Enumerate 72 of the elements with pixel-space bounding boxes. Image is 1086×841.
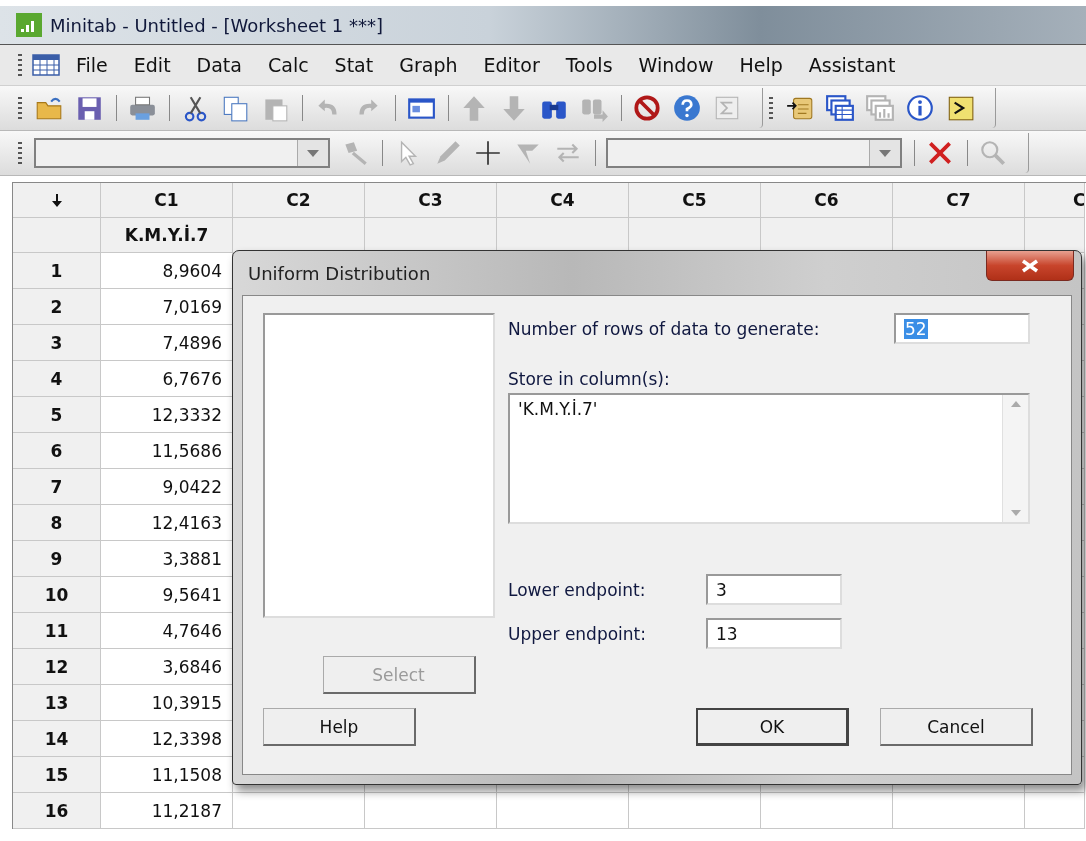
dropdown-arrow-icon bbox=[307, 149, 319, 157]
input-field[interactable]: 3 bbox=[706, 574, 842, 605]
menu-item[interactable]: Graph bbox=[399, 50, 458, 80]
column-header[interactable]: C2 bbox=[233, 183, 365, 218]
dialog-button[interactable]: OK bbox=[696, 708, 849, 746]
input-field[interactable]: 13 bbox=[706, 618, 842, 649]
row-number: 5 bbox=[13, 397, 101, 433]
column-header[interactable]: C1 bbox=[101, 183, 233, 218]
menu-item[interactable]: Editor bbox=[483, 50, 540, 80]
row-number: 3 bbox=[13, 325, 101, 361]
row-number: 4 bbox=[13, 361, 101, 397]
app-logo-icon bbox=[16, 13, 42, 37]
stacked-tables-icon[interactable] bbox=[825, 93, 855, 123]
text-area[interactable]: 'K.M.Y.İ.7' bbox=[508, 393, 1030, 524]
column-header[interactable]: C3 bbox=[365, 183, 497, 218]
row-number: 1 bbox=[13, 253, 101, 289]
field-label: Lower endpoint: bbox=[508, 579, 647, 600]
row-number: 2 bbox=[13, 289, 101, 325]
down-arrow-icon[interactable] bbox=[49, 192, 64, 208]
menu-item[interactable]: Window bbox=[638, 50, 714, 80]
empty-cell[interactable] bbox=[893, 793, 1025, 829]
column-header[interactable]: C5 bbox=[629, 183, 761, 218]
column-header[interactable]: C6 bbox=[761, 183, 893, 218]
scroll-down-icon[interactable] bbox=[1010, 510, 1021, 516]
menu-item[interactable]: Assistant bbox=[808, 50, 896, 80]
empty-cell[interactable] bbox=[497, 793, 629, 829]
table-cell[interactable]: 11,2187 bbox=[101, 793, 233, 829]
menu-item[interactable]: Data bbox=[196, 50, 242, 80]
empty-cell[interactable] bbox=[629, 793, 761, 829]
menu-item[interactable]: Help bbox=[739, 50, 783, 80]
help-button[interactable]: Help bbox=[263, 708, 416, 746]
row-number: 7 bbox=[13, 469, 101, 505]
empty-cell[interactable] bbox=[365, 793, 497, 829]
menu-item[interactable]: File bbox=[76, 50, 108, 80]
column-header[interactable]: C7 bbox=[893, 183, 1025, 218]
scroll-up-icon[interactable] bbox=[1010, 401, 1021, 407]
row-number: 15 bbox=[13, 757, 101, 793]
close-icon bbox=[1019, 258, 1041, 273]
menu-item[interactable]: Calc bbox=[267, 50, 309, 80]
row-number: 8 bbox=[13, 505, 101, 541]
row-number: 12 bbox=[13, 649, 101, 685]
window-title: Minitab - Untitled - [Worksheet 1 ***] bbox=[50, 14, 384, 36]
prohibited-icon[interactable] bbox=[632, 93, 662, 123]
column-header[interactable]: C bbox=[1025, 183, 1085, 218]
dialog-button[interactable]: Cancel bbox=[880, 708, 1033, 746]
row-number: 9 bbox=[13, 541, 101, 577]
field-label: Number of rows of data to generate: bbox=[508, 318, 820, 339]
field-label: Store in column(s): bbox=[508, 369, 671, 389]
row-number: 13 bbox=[13, 685, 101, 721]
row-number: 14 bbox=[13, 721, 101, 757]
row-number: 11 bbox=[13, 613, 101, 649]
close-button[interactable] bbox=[986, 251, 1074, 281]
empty-cell[interactable] bbox=[233, 793, 365, 829]
table-icon[interactable] bbox=[32, 53, 60, 77]
dropdown-arrow-icon bbox=[879, 149, 891, 157]
row-number: 10 bbox=[13, 577, 101, 613]
info-icon[interactable] bbox=[905, 93, 935, 123]
menu-item[interactable]: Edit bbox=[133, 50, 171, 80]
empty-cell[interactable] bbox=[1025, 793, 1085, 829]
dropdown-field[interactable] bbox=[606, 138, 902, 168]
dialog-title: Uniform Distribution bbox=[247, 262, 431, 284]
dropdown-field[interactable] bbox=[34, 138, 330, 168]
crosshair-icon[interactable] bbox=[473, 138, 503, 168]
help-icon[interactable] bbox=[672, 93, 702, 123]
row-number: 6 bbox=[13, 433, 101, 469]
column-header[interactable]: C4 bbox=[497, 183, 629, 218]
row-number: 16 bbox=[13, 793, 101, 829]
field-label: Upper endpoint: bbox=[508, 623, 647, 644]
empty-cell[interactable] bbox=[761, 793, 893, 829]
menu-item[interactable]: Tools bbox=[565, 50, 613, 80]
column-name-cell[interactable]: K.M.Y.İ.7 bbox=[101, 218, 233, 253]
menu-item[interactable]: Stat bbox=[334, 50, 374, 80]
